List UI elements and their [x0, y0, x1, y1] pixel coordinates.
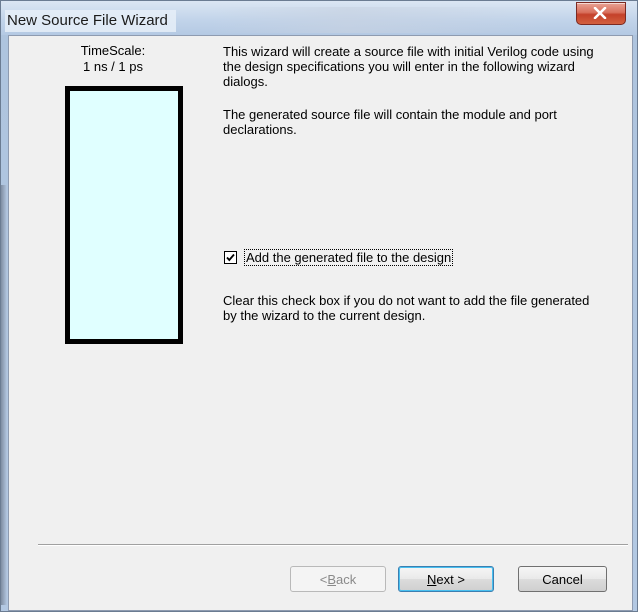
add-to-design-checkbox-row[interactable]: Add the generated file to the design	[224, 248, 454, 266]
close-icon	[593, 7, 607, 19]
title-bar-background	[211, 7, 551, 33]
wizard-window: New Source File Wizard TimeScale: 1 ns /…	[0, 0, 638, 612]
button-divider	[38, 544, 628, 546]
title-bar[interactable]: New Source File Wizard	[1, 1, 637, 35]
module-preview-box	[65, 86, 183, 344]
add-to-design-checkbox[interactable]	[224, 250, 237, 264]
next-button[interactable]: Next >	[398, 566, 494, 592]
checkbox-help-text: Clear this check box if you do not want …	[223, 293, 590, 323]
declarations-paragraph: The generated source file will contain t…	[223, 107, 557, 137]
wizard-content: TimeScale: 1 ns / 1 ps This wizard will …	[8, 35, 633, 611]
timescale-info: TimeScale: 1 ns / 1 ps	[58, 43, 168, 75]
back-button-mnemonic: B	[327, 571, 337, 587]
back-button-rest: ack	[336, 571, 357, 587]
checkmark-icon	[226, 253, 235, 261]
window-frame-edge	[1, 185, 7, 605]
add-to-design-label[interactable]: Add the generated file to the design	[243, 248, 454, 266]
back-button[interactable]: < Back	[290, 566, 386, 592]
close-button[interactable]	[576, 2, 626, 25]
window-title: New Source File Wizard	[5, 10, 176, 32]
timescale-value: 1 ns / 1 ps	[83, 59, 143, 74]
back-button-prefix: <	[319, 571, 328, 587]
next-button-rest: ext >	[436, 571, 465, 587]
cancel-button[interactable]: Cancel	[518, 566, 607, 592]
intro-paragraph: This wizard will create a source file wi…	[223, 44, 594, 89]
timescale-label: TimeScale:	[80, 43, 146, 58]
next-button-mnemonic: N	[427, 571, 437, 587]
